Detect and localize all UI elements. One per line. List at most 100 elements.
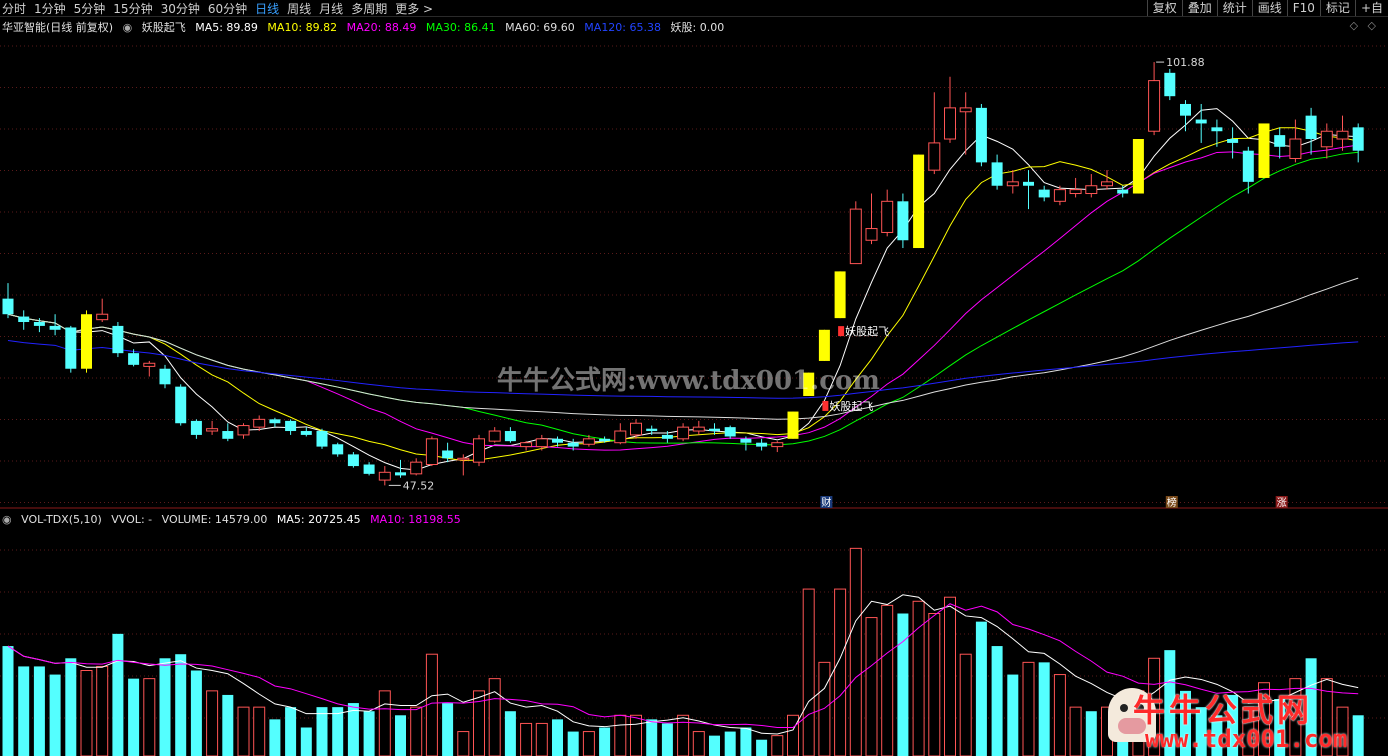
volume-bar <box>567 731 579 756</box>
signal-label: 妖股起飞 <box>829 399 873 413</box>
event-zhang-label[interactable]: 涨 <box>1277 497 1287 509</box>
candle-body <box>18 316 30 323</box>
volume-bar <box>661 723 673 756</box>
candlesticks <box>2 61 1364 486</box>
volume-bar <box>881 604 894 756</box>
volume-bar <box>834 588 847 756</box>
volume-bar <box>552 719 563 756</box>
volume-bar <box>269 719 281 756</box>
volume-bar <box>709 735 720 756</box>
volume-bar <box>65 658 77 756</box>
candle-body <box>944 107 956 140</box>
candle-body <box>1211 127 1223 132</box>
volume-bar <box>991 646 1003 756</box>
volume-bar <box>1069 706 1082 756</box>
candle-body <box>959 107 972 113</box>
volume-bar <box>897 613 909 756</box>
candle-body <box>692 426 705 432</box>
volume-bar <box>582 731 595 756</box>
candle-body <box>190 420 202 435</box>
event-bang-label[interactable]: 榜 <box>1167 496 1177 509</box>
candle-body <box>1085 185 1098 195</box>
candle-body <box>1320 130 1333 148</box>
candle-body <box>724 427 736 437</box>
candle-body <box>269 419 281 424</box>
volume-bar <box>975 621 987 756</box>
candle-body <box>818 329 830 361</box>
candle-body <box>865 228 878 241</box>
candle-body <box>363 464 375 474</box>
volume-bar <box>378 690 391 756</box>
candle-body <box>49 325 61 330</box>
candle-body <box>222 431 234 439</box>
volume-bar <box>535 722 548 756</box>
volume-bar <box>206 690 219 756</box>
moving-averages <box>7 108 1359 471</box>
event-cai-label[interactable]: 财 <box>821 496 831 509</box>
candle-body <box>175 386 187 424</box>
candle-body <box>488 430 501 442</box>
volume-bar <box>128 678 140 756</box>
volume-bar <box>1053 674 1066 756</box>
volume-bar <box>646 719 658 756</box>
candle-body <box>332 444 344 455</box>
candle-body <box>599 438 611 442</box>
candle-body <box>285 420 297 432</box>
candle-body <box>1258 123 1270 178</box>
volume-bar <box>928 613 941 756</box>
candle-body <box>913 154 925 249</box>
candle-body <box>473 438 485 463</box>
candle-body <box>1023 181 1034 186</box>
candle-body <box>535 438 548 448</box>
candle-body <box>1053 189 1066 202</box>
candle-body <box>771 442 784 448</box>
candle-body <box>112 325 124 354</box>
ma20-line <box>7 144 1359 451</box>
candle-body <box>33 322 45 326</box>
candle-body <box>316 431 328 447</box>
center-watermark: 牛牛公式网:www.tdx001.com <box>497 366 880 396</box>
volume-bar <box>771 735 784 756</box>
candle-body <box>442 450 454 459</box>
volume-bar <box>2 646 14 756</box>
volume-bar <box>1007 674 1019 756</box>
candle-body <box>237 425 250 436</box>
volume-bar <box>740 727 752 756</box>
candle-body <box>81 314 92 369</box>
candle-body <box>849 208 862 265</box>
candle-body <box>1038 189 1050 198</box>
volume-bar <box>190 670 202 756</box>
volume-bar <box>865 617 878 756</box>
candle-body <box>300 431 312 435</box>
volume-bar <box>677 714 690 756</box>
candle-body <box>457 457 470 461</box>
volume-bar <box>520 722 533 756</box>
volume-bar <box>692 731 705 756</box>
volume-bar <box>457 731 470 756</box>
candle-body <box>1336 130 1349 140</box>
candle-body <box>740 438 752 443</box>
volume-bar <box>80 670 93 756</box>
candle-body <box>1117 189 1129 194</box>
volume-bar <box>849 547 862 756</box>
candle-body <box>520 442 533 448</box>
candle-body <box>881 200 894 233</box>
candle-body <box>2 298 14 315</box>
candle-body <box>1148 80 1161 132</box>
ma10-line <box>7 127 1359 462</box>
signal-label: 妖股起飞 <box>845 324 889 338</box>
volume-bar <box>1022 661 1035 756</box>
candle-body <box>646 428 658 432</box>
candle-body <box>1180 103 1191 116</box>
candle-body <box>347 454 359 467</box>
candle-body <box>991 162 1003 186</box>
volume-bar <box>1352 715 1364 756</box>
volume-bar <box>285 707 297 756</box>
volume-bar <box>363 711 375 756</box>
brand-url-watermark: www.tdx001.com <box>1145 725 1348 753</box>
candle-body <box>1227 139 1239 143</box>
volume-bar <box>395 715 406 756</box>
candle-body <box>1069 189 1082 195</box>
volume-bar <box>504 711 516 756</box>
volume-bar <box>237 706 250 756</box>
